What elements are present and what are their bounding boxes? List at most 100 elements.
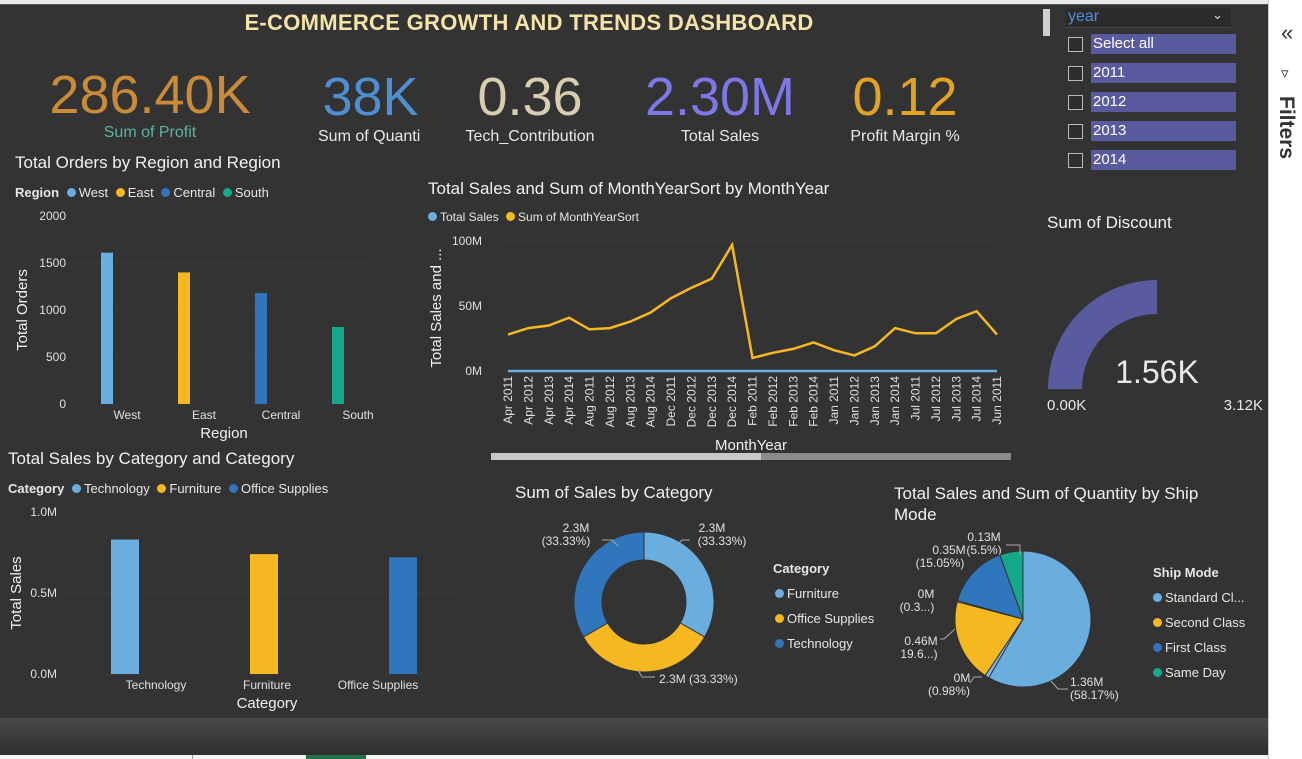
donut-label: (33.33%) bbox=[698, 534, 747, 548]
legend-item[interactable]: Total Sales bbox=[440, 210, 499, 224]
slicer-item-2014[interactable]: 2014 bbox=[1068, 150, 1238, 170]
scrollbar-thumb[interactable] bbox=[491, 453, 761, 460]
x-tick-label: Feb 2013 bbox=[786, 376, 800, 427]
pie-label: 0.13M bbox=[967, 530, 1000, 544]
kpi-label: Sum of Profit bbox=[103, 124, 197, 141]
chevron-down-icon[interactable]: ⌄ bbox=[1212, 7, 1223, 23]
x-tick-label: Aug 2014 bbox=[644, 376, 658, 428]
slicer-item-2013[interactable]: 2013 bbox=[1068, 121, 1238, 141]
legend-item[interactable]: West bbox=[79, 185, 108, 200]
pie-label: (0.98%) bbox=[928, 684, 970, 698]
kpi-total-sales[interactable]: 2.30M Total Sales bbox=[625, 68, 815, 146]
category-donut-chart[interactable]: 2.3M (33.33%) 2.3M (33.33%) 2.3M (33.33%… bbox=[530, 510, 770, 695]
active-page-tab[interactable] bbox=[306, 755, 366, 759]
x-tick-label: Jul 2013 bbox=[949, 376, 963, 422]
sales-line-chart[interactable]: 0M 50M 100M Apr 2011 Apr 2012 Apr 2013 Apr 201… bbox=[420, 228, 1020, 456]
legend-swatch bbox=[775, 614, 784, 623]
x-tick-label: Feb 2011 bbox=[746, 376, 760, 426]
pie-label: 0M bbox=[918, 587, 935, 601]
legend-item[interactable]: Sum of MonthYearSort bbox=[518, 210, 639, 224]
kpi-label: Profit Margin % bbox=[850, 128, 960, 145]
slicer-item-select-all[interactable]: Select all bbox=[1068, 34, 1238, 54]
series-line-monthyearsort[interactable] bbox=[507, 241, 998, 360]
kpi-profit[interactable]: 286.40K Sum of Profit bbox=[30, 66, 270, 142]
shipmode-pie-chart[interactable]: 1.36M (58.17%) 0M (0.98%) 0.46M (19.6...… bbox=[900, 525, 1150, 710]
slicer-scrollbar[interactable] bbox=[1043, 9, 1050, 36]
legend-swatch bbox=[1153, 643, 1162, 652]
line-chart-title: Total Sales and Sum of MonthYearSort by … bbox=[428, 179, 830, 198]
checkbox[interactable] bbox=[1068, 124, 1083, 139]
kpi-tech-contribution[interactable]: 0.36 Tech_Contribution bbox=[455, 68, 605, 146]
y-axis-title: Total Orders bbox=[14, 269, 31, 351]
x-axis-title: Region bbox=[200, 425, 248, 442]
category-chart-title: Total Sales by Category and Category bbox=[8, 449, 295, 468]
donut-slice-office-supplies[interactable] bbox=[582, 622, 706, 673]
bar-south[interactable] bbox=[332, 326, 344, 404]
checkbox[interactable] bbox=[1068, 37, 1083, 52]
y-tick-label: 0M bbox=[465, 364, 482, 378]
legend-item[interactable]: Same Day bbox=[1165, 665, 1226, 680]
checkbox[interactable] bbox=[1068, 153, 1083, 168]
kpi-quantity[interactable]: 38K Sum of Quanti bbox=[318, 68, 423, 146]
slicer-item-2012[interactable]: 2012 bbox=[1068, 92, 1238, 112]
kpi-value: 0.36 bbox=[477, 68, 583, 127]
y-tick-label: 1.0M bbox=[30, 505, 57, 519]
kpi-value: 2.30M bbox=[644, 68, 796, 127]
bar-office-supplies[interactable] bbox=[389, 557, 417, 674]
bar-furniture[interactable] bbox=[250, 554, 278, 674]
pie-title: Total Sales and Sum of Quantity by Ship … bbox=[894, 484, 1199, 524]
legend-item[interactable]: Second Class bbox=[1165, 615, 1245, 630]
bar-east[interactable] bbox=[178, 272, 190, 404]
y-axis-title: Total Sales bbox=[8, 556, 25, 629]
slicer-item-2011[interactable]: 2011 bbox=[1068, 63, 1238, 83]
region-bar-chart[interactable]: 0 500 1000 1500 2000 West East Central South Regi… bbox=[0, 205, 420, 445]
pie-label: 0M bbox=[954, 671, 971, 685]
year-slicer-dropdown[interactable]: year ⌄ bbox=[1065, 7, 1231, 28]
legend-item[interactable]: Office Supplies bbox=[241, 481, 328, 496]
page-tabs-strip bbox=[0, 755, 1302, 759]
gauge-max-label: 3.12K bbox=[1224, 397, 1263, 414]
kpi-label: Tech_Contribution bbox=[465, 128, 595, 145]
legend-item[interactable]: Furniture bbox=[169, 481, 221, 496]
slicer-item-label: 2014 bbox=[1091, 150, 1236, 170]
legend-swatch bbox=[775, 639, 784, 648]
legend-swatch bbox=[428, 212, 437, 221]
legend-item[interactable]: Technology bbox=[787, 636, 853, 651]
x-tick-label: Jan 2012 bbox=[847, 376, 861, 426]
filters-pane[interactable]: « ▿ Filters bbox=[1268, 0, 1302, 759]
x-tick-label: Apr 2011 bbox=[501, 376, 515, 424]
double-chevron-left-icon[interactable]: « bbox=[1281, 20, 1293, 46]
legend-item[interactable]: Furniture bbox=[787, 586, 839, 601]
bar-west[interactable] bbox=[101, 252, 113, 404]
tab-divider bbox=[192, 755, 193, 759]
legend-item[interactable]: Standard Cl... bbox=[1165, 590, 1245, 605]
legend-swatch bbox=[161, 188, 171, 197]
legend-item[interactable]: Technology bbox=[84, 481, 150, 496]
y-axis-title: Total Sales and ... bbox=[428, 248, 445, 367]
x-tick-label: Jul 2012 bbox=[929, 376, 943, 422]
x-tick-label: Apr 2013 bbox=[542, 376, 556, 425]
legend-item[interactable]: East bbox=[128, 185, 154, 200]
legend-swatch bbox=[222, 188, 232, 197]
legend-item[interactable]: South bbox=[235, 185, 269, 200]
discount-gauge[interactable]: 1.56K 0.00K 3.12K bbox=[1040, 270, 1265, 420]
kpi-value: 286.40K bbox=[49, 66, 251, 125]
x-axis-title: MonthYear bbox=[715, 437, 787, 454]
legend-item[interactable]: Central bbox=[173, 185, 215, 200]
leader-line[interactable] bbox=[940, 628, 956, 640]
category-bar-chart[interactable]: 0.0M 0.5M 1.0M Technology Furniture Office Su… bbox=[0, 500, 470, 715]
checkbox[interactable] bbox=[1068, 95, 1083, 110]
bar-central[interactable] bbox=[255, 293, 267, 404]
x-tick-label: Jan 2014 bbox=[888, 376, 902, 426]
gauge-min-label: 0.00K bbox=[1047, 397, 1086, 414]
line-chart-scrollbar[interactable] bbox=[491, 453, 1011, 460]
bar-technology[interactable] bbox=[111, 539, 139, 674]
legend-item[interactable]: First Class bbox=[1165, 640, 1226, 655]
pie-legend: Ship Mode Standard Cl... Second Class Fi… bbox=[1153, 560, 1245, 685]
leader-line[interactable] bbox=[1050, 680, 1068, 690]
leader-line[interactable] bbox=[969, 676, 982, 684]
kpi-profit-margin[interactable]: 0.12 Profit Margin % bbox=[835, 68, 975, 146]
legend-item[interactable]: Office Supplies bbox=[787, 611, 874, 626]
checkbox[interactable] bbox=[1068, 66, 1083, 81]
pie-label: (58.17%) bbox=[1070, 688, 1119, 702]
